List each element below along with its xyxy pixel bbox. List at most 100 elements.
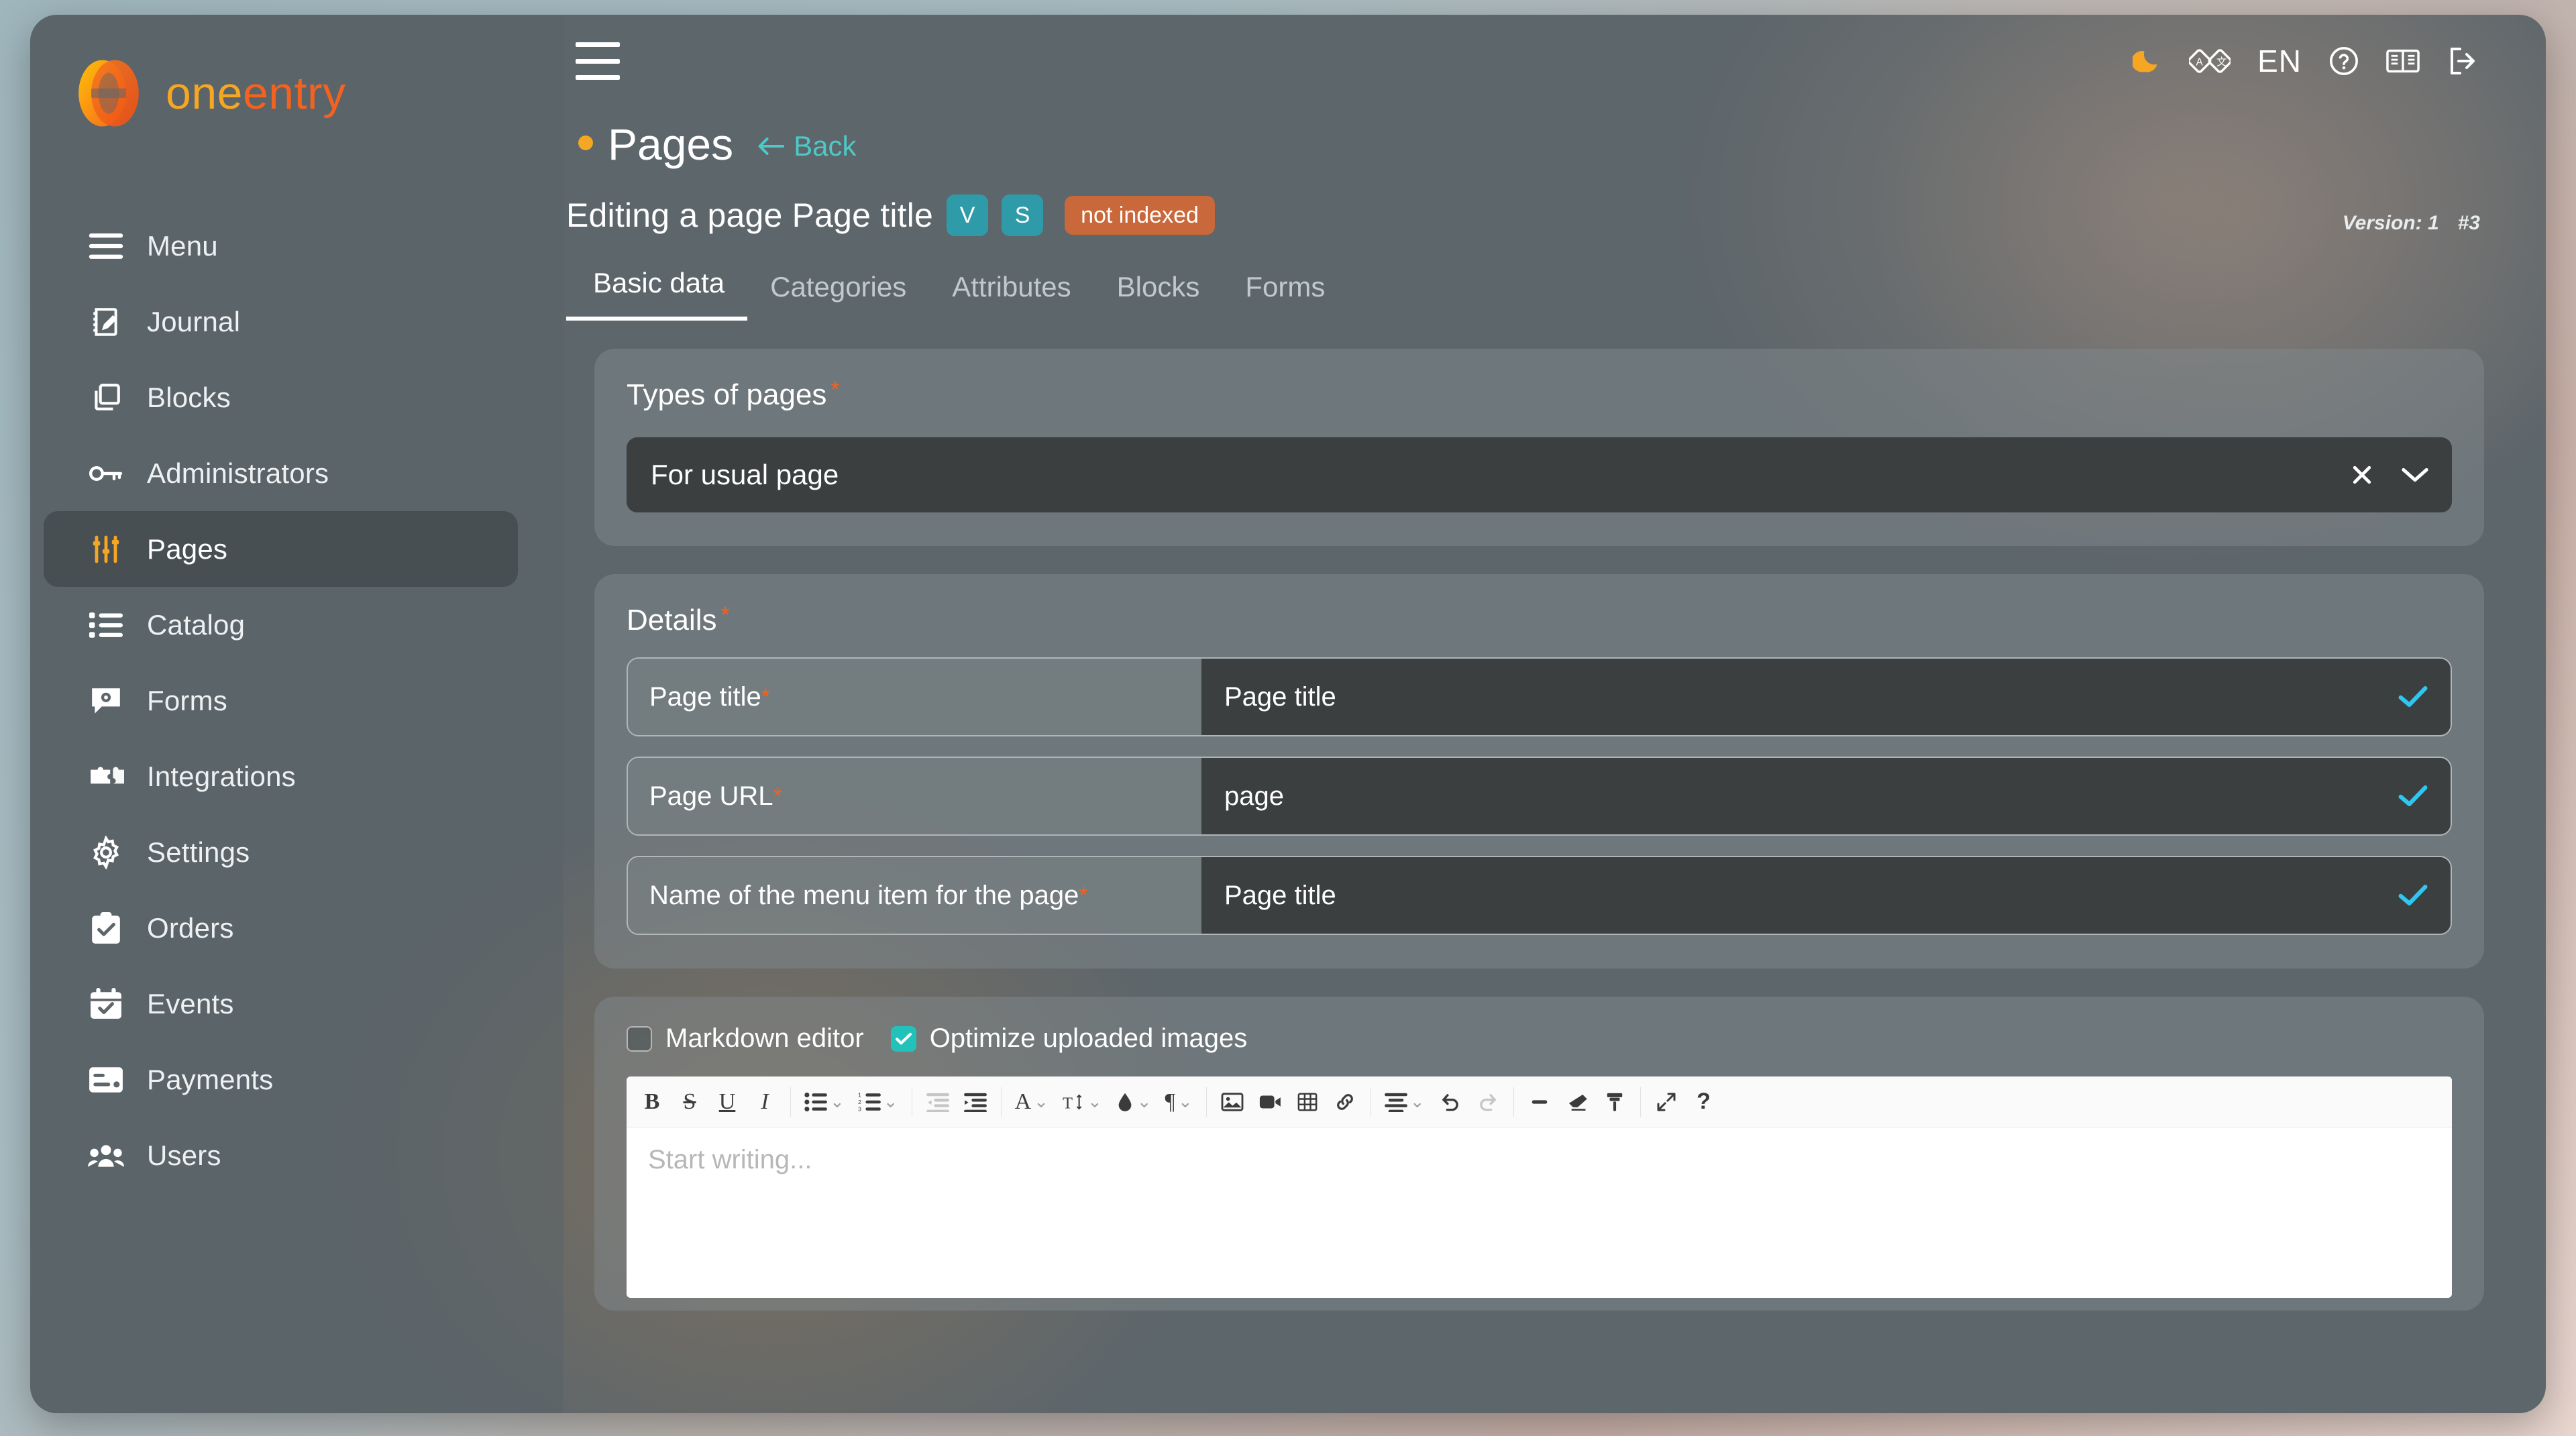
format-painter-icon[interactable] [1596, 1076, 1633, 1127]
moon-icon[interactable] [2133, 46, 2162, 76]
sidebar-item-administrators[interactable]: Administrators [44, 435, 518, 511]
chevron-down-icon[interactable]: ⌄ [1034, 1092, 1049, 1112]
required-asterisk: * [1079, 883, 1088, 908]
badge-index-status[interactable]: not indexed [1065, 196, 1215, 235]
list-bullets-icon [88, 607, 124, 643]
key-icon [88, 455, 124, 492]
logout-icon[interactable] [2447, 46, 2479, 76]
sidebar-item-catalog[interactable]: Catalog [44, 587, 518, 663]
sidebar-toggle-icon[interactable] [576, 42, 620, 80]
chevron-down-icon[interactable]: ⌄ [830, 1091, 845, 1112]
sidebar-item-settings[interactable]: Settings [44, 814, 518, 890]
sidebar-item-pages[interactable]: Pages [44, 511, 518, 587]
undo-icon[interactable] [1432, 1076, 1469, 1127]
sidebar-item-orders[interactable]: Orders [44, 890, 518, 966]
types-of-pages-card: Types of pages * For usual page [594, 349, 2484, 546]
strikethrough-icon[interactable]: S [671, 1076, 708, 1127]
details-title: Details * [627, 604, 2452, 637]
chat-gear-icon [88, 683, 124, 719]
svg-text:A: A [2196, 57, 2204, 68]
badge-status[interactable]: S [1002, 195, 1044, 236]
redo-icon [1469, 1076, 1507, 1127]
chevron-down-icon[interactable] [2401, 465, 2429, 485]
markdown-editor-label: Markdown editor [665, 1024, 864, 1053]
badge-version[interactable]: V [947, 195, 989, 236]
font-size-icon[interactable]: T ⌄ [1055, 1076, 1109, 1127]
paragraph-icon[interactable]: ¶ ⌄ [1159, 1076, 1199, 1127]
underline-icon[interactable]: U [708, 1076, 746, 1127]
insert-table-icon[interactable] [1289, 1076, 1326, 1127]
bullet-list-icon[interactable]: ⌄ [798, 1076, 851, 1127]
fullscreen-icon[interactable] [1648, 1076, 1685, 1127]
puzzle-icon [88, 759, 124, 795]
chevron-down-icon[interactable]: ⌄ [883, 1091, 898, 1112]
sidebar-item-events[interactable]: Events [44, 966, 518, 1042]
eraser-icon[interactable] [1558, 1076, 1596, 1127]
page-type-value: For usual page [651, 459, 839, 490]
select-controls [2350, 463, 2429, 487]
chevron-down-icon[interactable]: ⌄ [1087, 1091, 1102, 1112]
insert-image-icon[interactable] [1214, 1076, 1251, 1127]
back-button[interactable]: Back [757, 130, 857, 162]
types-of-pages-title: Types of pages * [627, 378, 2452, 412]
sidebar-item-payments[interactable]: Payments [44, 1042, 518, 1117]
tab-forms[interactable]: Forms [1222, 271, 1348, 321]
brand-word-one: one [166, 68, 243, 119]
sidebar-item-menu[interactable]: Menu [44, 208, 518, 284]
align-icon[interactable]: ⌄ [1378, 1076, 1432, 1127]
sidebar-item-integrations[interactable]: Integrations [44, 738, 518, 814]
sidebar-item-journal[interactable]: Journal [44, 284, 518, 360]
optimize-images-checkbox[interactable] [890, 1026, 916, 1052]
sliders-icon [88, 531, 124, 567]
required-asterisk: * [720, 602, 730, 628]
italic-icon[interactable]: I [746, 1076, 784, 1127]
horizontal-rule-icon[interactable] [1521, 1076, 1558, 1127]
required-asterisk: * [761, 684, 771, 710]
page-type-select[interactable]: For usual page [627, 437, 2452, 512]
brand-logo[interactable]: one entry [30, 15, 564, 133]
insert-link-icon[interactable] [1326, 1076, 1364, 1127]
editor-content-area[interactable]: Start writing... [627, 1127, 2452, 1193]
sidebar-item-forms[interactable]: Forms [44, 663, 518, 738]
page-title-input[interactable]: Page title [1201, 659, 2451, 735]
tab-attributes[interactable]: Attributes [929, 271, 1093, 321]
field-row-page-title: Page title * Page title [627, 657, 2452, 736]
hamburger-icon [88, 228, 124, 264]
help-icon[interactable]: ? [1685, 1076, 1723, 1127]
indent-icon[interactable] [957, 1076, 994, 1127]
page-title: Pages [608, 119, 734, 169]
insert-video-icon[interactable] [1251, 1076, 1289, 1127]
sidebar: one entry Menu Journal Blocks Administra… [30, 15, 564, 1413]
numbered-list-icon[interactable]: 123 ⌄ [851, 1076, 905, 1127]
sidebar-item-label: Payments [147, 1063, 274, 1095]
tab-basic-data[interactable]: Basic data [566, 267, 748, 321]
sidebar-item-blocks[interactable]: Blocks [44, 360, 518, 435]
clipboard-check-icon [88, 910, 124, 946]
bold-icon[interactable]: B [633, 1076, 671, 1127]
close-icon[interactable] [2350, 463, 2374, 487]
sidebar-item-users[interactable]: Users [44, 1117, 518, 1193]
users-icon [88, 1138, 124, 1174]
tab-blocks[interactable]: Blocks [1094, 271, 1223, 321]
rich-text-editor: B S U I ⌄ 123 ⌄ A ⌄ T ⌄ ⌄ ¶ ⌄ ⌄ ? Start … [627, 1076, 2452, 1298]
chevron-down-icon[interactable]: ⌄ [1178, 1092, 1193, 1112]
svg-text:T: T [1063, 1094, 1073, 1112]
markdown-editor-checkbox[interactable] [627, 1026, 652, 1052]
question-circle-icon[interactable] [2328, 46, 2359, 76]
field-row-page-url: Page URL * page [627, 757, 2452, 836]
book-icon[interactable] [2386, 48, 2420, 74]
translate-icon[interactable]: A 文 [2189, 46, 2231, 76]
page-url-input[interactable]: page [1201, 758, 2451, 834]
calendar-check-icon [88, 986, 124, 1022]
chevron-down-icon[interactable]: ⌄ [1410, 1091, 1425, 1112]
highlight-color-icon[interactable]: ⌄ [1109, 1076, 1159, 1127]
field-label: Page URL * [628, 758, 1201, 834]
chevron-down-icon[interactable]: ⌄ [1137, 1091, 1152, 1112]
language-code[interactable]: EN [2257, 43, 2302, 79]
menu-item-name-input[interactable]: Page title [1201, 857, 2451, 934]
editor-placeholder: Start writing... [648, 1145, 812, 1174]
tab-categories[interactable]: Categories [747, 271, 929, 321]
optimize-images-label: Optimize uploaded images [929, 1024, 1248, 1053]
font-color-icon[interactable]: A ⌄ [1008, 1076, 1055, 1127]
credit-card-icon [88, 1062, 124, 1098]
